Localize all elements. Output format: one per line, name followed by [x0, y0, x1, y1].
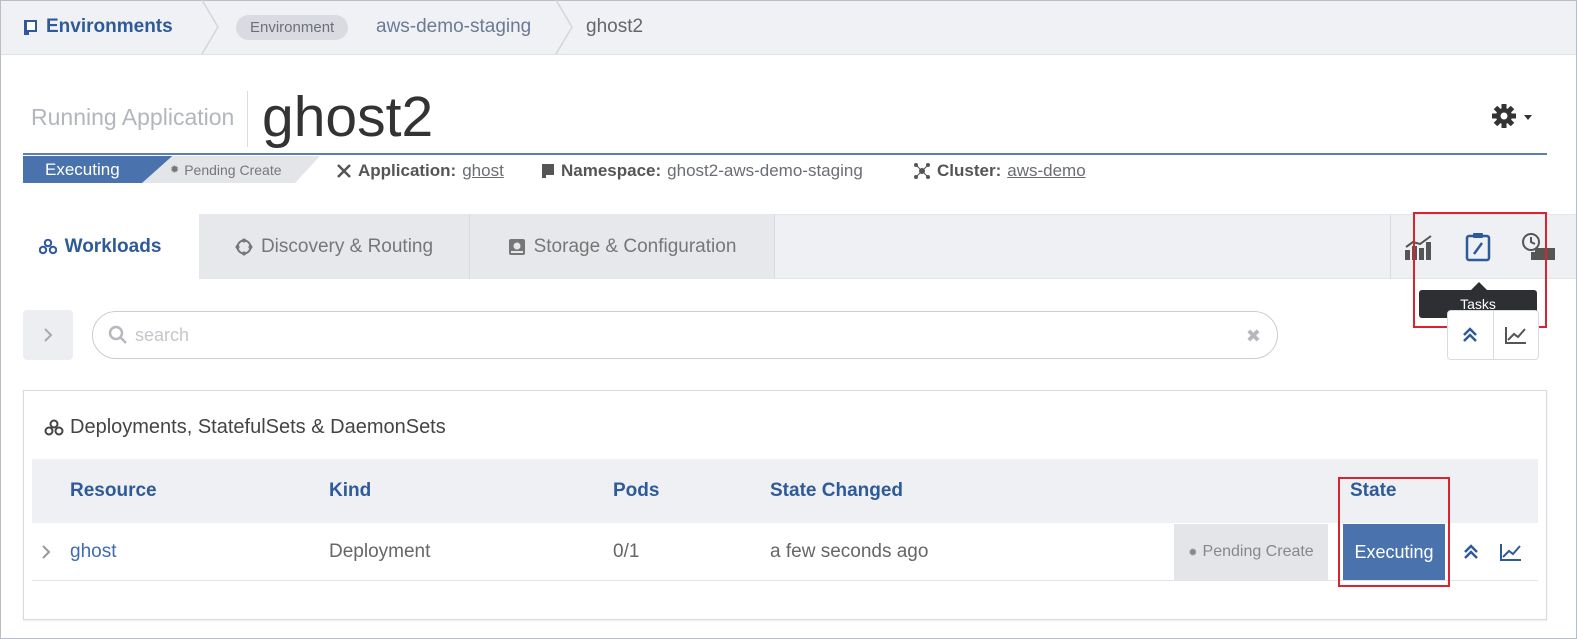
tab-discovery-label: Discovery & Routing — [260, 235, 434, 257]
row-chart-button[interactable] — [1497, 538, 1525, 566]
namespace-value: ghost2-aws-demo-staging — [667, 161, 863, 180]
collapse-icon — [1464, 544, 1478, 559]
tab-discovery-routing[interactable]: Discovery & Routing — [199, 214, 470, 279]
search-input[interactable] — [135, 320, 1215, 350]
row-pending-label: Pending Create — [1202, 543, 1314, 560]
toolbar-divider — [1390, 214, 1391, 279]
namespace-icon — [541, 163, 555, 179]
meta-cluster: Cluster: aws-demo — [913, 158, 1086, 184]
namespace-label: Namespace: — [561, 161, 662, 180]
meta-namespace: Namespace: ghost2-aws-demo-staging — [541, 158, 863, 184]
header-divider — [23, 153, 1547, 155]
active-tab-caret — [86, 279, 110, 289]
chevron-down-icon — [1524, 115, 1532, 120]
clear-icon[interactable]: ✖ — [1246, 326, 1261, 347]
pending-badge-label: Pending Create — [184, 161, 282, 178]
search-bar: ✖ — [92, 311, 1278, 359]
workloads-icon — [38, 239, 57, 255]
card-title-label: Deployments, StatefulSets & DaemonSets — [70, 416, 446, 438]
chart-view-button[interactable] — [1492, 311, 1538, 359]
meta-application: Application: ghost — [336, 158, 504, 184]
search-icon — [108, 325, 128, 350]
settings-menu-button[interactable] — [1490, 101, 1534, 131]
chart-icon — [1504, 327, 1526, 344]
column-header-resource[interactable]: Resource — [70, 459, 157, 523]
column-header-state-changed[interactable]: State Changed — [770, 459, 903, 523]
breadcrumb-environments-label: Environments — [46, 16, 173, 37]
resource-link[interactable]: ghost — [70, 523, 116, 581]
page-title: ghost2 — [262, 85, 434, 149]
tab-workloads-label: Workloads — [64, 236, 162, 257]
breadcrumb-separator — [555, 0, 573, 54]
cluster-label: Cluster: — [937, 161, 1002, 180]
column-header-pods[interactable]: Pods — [613, 459, 659, 523]
resource-kind: Deployment — [329, 541, 431, 562]
tab-storage-configuration[interactable]: Storage & Configuration — [470, 214, 775, 279]
row-collapse-button[interactable] — [1457, 538, 1485, 566]
expand-sidebar-button[interactable] — [23, 310, 73, 360]
gear-icon: ✹ — [1188, 546, 1198, 559]
tab-storage-label: Storage & Configuration — [533, 235, 737, 257]
breadcrumb-environment[interactable]: aws-demo-staging — [376, 0, 531, 54]
highlight-box-state — [1338, 477, 1450, 587]
discovery-icon — [235, 238, 253, 256]
workloads-icon — [44, 419, 64, 437]
gear-icon: ✹ — [170, 164, 180, 176]
tab-workloads[interactable]: Workloads — [1, 214, 199, 280]
breadcrumb-environments[interactable]: Environments — [22, 0, 173, 54]
application-icon — [336, 163, 352, 179]
resource-state-changed: a few seconds ago — [770, 541, 929, 562]
gear-icon — [1492, 104, 1532, 128]
collapse-all-button[interactable] — [1448, 311, 1493, 359]
cluster-link[interactable]: aws-demo — [1007, 161, 1085, 181]
page-subtitle: Running Application — [31, 104, 235, 130]
application-link[interactable]: ghost — [462, 161, 504, 181]
collapse-icon — [1463, 327, 1478, 342]
column-header-kind[interactable]: Kind — [329, 459, 371, 523]
view-button-group — [1447, 310, 1539, 360]
title-divider — [247, 91, 248, 147]
chart-icon — [1500, 544, 1521, 561]
cluster-icon — [913, 162, 931, 180]
breadcrumb-separator — [201, 0, 219, 54]
environments-icon — [22, 18, 40, 36]
application-label: Application: — [358, 161, 457, 180]
storage-icon — [508, 238, 526, 256]
resource-pods: 0/1 — [613, 541, 640, 562]
breadcrumb-pill-environment: Environment — [236, 15, 349, 40]
chevron-right-icon — [44, 328, 53, 342]
pending-badge: ✹ Pending Create — [142, 156, 320, 183]
row-expand-button[interactable] — [40, 523, 52, 581]
card-title: Deployments, StatefulSets & DaemonSets — [44, 416, 446, 439]
row-pending-badge: ✹ Pending Create — [1174, 524, 1328, 580]
breadcrumb-current: ghost2 — [586, 16, 644, 37]
chevron-right-icon — [42, 545, 51, 559]
